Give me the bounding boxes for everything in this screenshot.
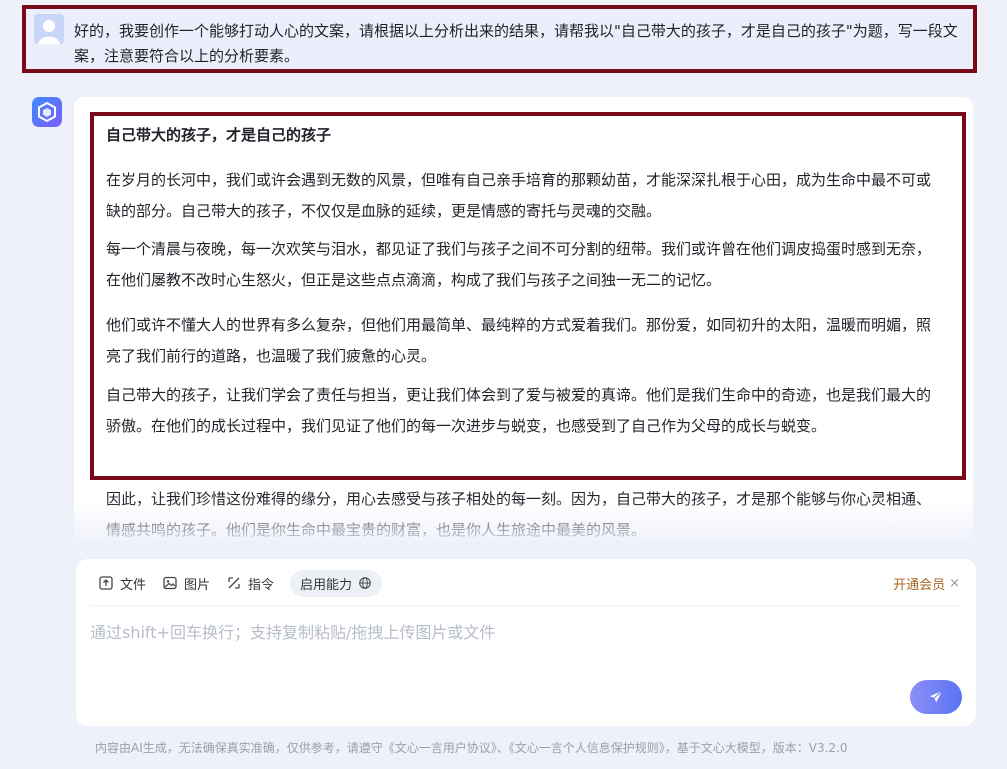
user-avatar-icon	[34, 14, 64, 44]
input-toolbar: 文件 图片 指令 启用能力	[98, 569, 383, 597]
vip-label: 开通会员	[893, 578, 946, 593]
send-icon	[930, 690, 943, 703]
upload-file-button[interactable]: 文件	[98, 574, 146, 593]
enable-ability-button[interactable]: 启用能力	[290, 569, 383, 597]
toolbar-divider	[90, 605, 962, 606]
upload-image-label: 图片	[184, 577, 211, 593]
user-avatar	[34, 14, 64, 44]
answer-title: 自己带大的孩子，才是自己的孩子	[106, 126, 332, 144]
answer-paragraph-5: 因此，让我们珍惜这份难得的缘分，用心去感受与孩子相处的每一刻。因为，自己带大的孩…	[106, 490, 932, 539]
upload-file-icon	[99, 576, 113, 590]
command-icon	[228, 577, 240, 589]
globe-icon	[359, 577, 371, 589]
command-button[interactable]: 指令	[226, 574, 274, 593]
assistant-avatar	[32, 97, 62, 127]
answer-paragraph-1: 在岁月的长河中，我们或许会遇到无数的风景，但唯有自己亲手培育的那颗幼苗，才能深深…	[106, 171, 932, 220]
assistant-logo-icon	[38, 101, 56, 123]
user-message-text: 好的，我要创作一个能够打动人心的文案，请根据以上分析出来的结果，请帮我以"自己带…	[74, 22, 958, 65]
enable-ability-label: 启用能力	[300, 577, 353, 593]
image-icon	[163, 576, 177, 590]
command-label: 指令	[248, 577, 275, 593]
user-message-highlight: 好的，我要创作一个能够打动人心的文案，请根据以上分析出来的结果，请帮我以"自己带…	[22, 5, 977, 73]
answer-paragraph-4: 自己带大的孩子，让我们学会了责任与担当，更让我们体会到了爱与被爱的真谛。他们是我…	[106, 386, 932, 435]
upload-image-button[interactable]: 图片	[162, 574, 210, 593]
disclaimer-footer: 内容由AI生成，无法确保真实准确，仅供参考，请遵守《文心一言用户协议》、《文心一…	[95, 741, 848, 755]
answer-paragraph-2: 每一个清晨与夜晚，每一次欢笑与泪水，都见证了我们与孩子之间不可分割的纽带。我们或…	[106, 240, 932, 289]
vip-promo[interactable]: 开通会员 ×	[893, 574, 960, 593]
chat-input[interactable]	[90, 617, 910, 647]
answer-paragraph-3: 他们或许不懂大人的世界有多么复杂，但他们用最简单、最纯粹的方式爱着我们。那份爱，…	[106, 316, 932, 365]
send-button[interactable]	[910, 680, 962, 714]
upload-file-label: 文件	[120, 577, 147, 593]
chat-input-panel: 文件 图片 指令 启用能力 开通会员 × 通过shift+回车换行；支持复制粘贴…	[76, 559, 976, 726]
vip-close-icon[interactable]: ×	[949, 576, 960, 591]
